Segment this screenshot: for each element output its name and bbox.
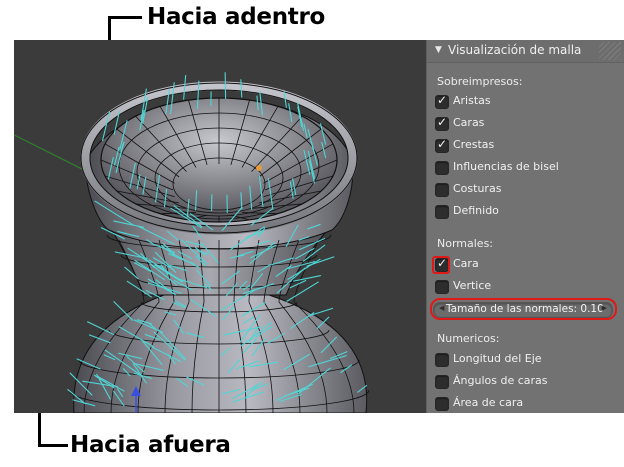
3d-viewport[interactable] [14, 40, 426, 413]
increment-arrow-icon[interactable]: ▶ [602, 304, 607, 312]
panel-title: Visualización de malla [448, 43, 582, 57]
decrement-arrow-icon[interactable]: ◀ [439, 304, 444, 312]
mesh-display-panel: ▼ Visualización de malla Sobreimpresos: … [426, 40, 624, 413]
numerics-face-area-checkbox[interactable]: Área de cara [435, 394, 615, 413]
check-icon: ✓ [437, 137, 448, 151]
overlay-seams-checkbox[interactable]: Costuras [435, 180, 615, 200]
callout-inward-leader [108, 16, 142, 19]
numerics-label: Ángulos de caras [453, 374, 548, 387]
normals-label: Cara [453, 257, 479, 270]
overlay-label: Costuras [453, 182, 502, 195]
checkbox-icon[interactable] [435, 375, 449, 389]
normal-size-field[interactable]: ◀ Tamaño de las normales: 0.10 ▶ [433, 302, 613, 318]
overlay-bevel-weights-checkbox[interactable]: Influencias de bisel [435, 158, 615, 178]
overlay-label: Influencias de bisel [453, 160, 559, 173]
checkbox-icon[interactable] [435, 205, 449, 219]
check-icon: ✓ [437, 115, 448, 129]
overlay-label: Crestas [453, 138, 495, 151]
numerics-heading: Numericos: [437, 332, 500, 345]
checkbox-icon[interactable] [435, 353, 449, 367]
callout-inward-label: Hacia adentro [147, 4, 326, 30]
overlay-caras-checkbox[interactable]: ✓ Caras [435, 114, 615, 134]
overlay-sharp-checkbox[interactable]: Definido [435, 202, 615, 222]
normals-vertex-checkbox[interactable]: Vertice [435, 277, 615, 297]
overlay-label: Definido [453, 204, 499, 217]
panel-header[interactable]: ▼ Visualización de malla [427, 40, 624, 63]
normal-size-value: Tamaño de las normales: 0.10 [446, 303, 604, 315]
numerics-edge-length-checkbox[interactable]: Longitud del Eje [435, 350, 615, 370]
check-icon: ✓ [437, 93, 448, 107]
normals-heading: Normales: [437, 237, 494, 250]
overlay-crestas-checkbox[interactable]: ✓ Crestas [435, 136, 615, 156]
drag-grip-icon[interactable] [599, 42, 621, 60]
checkbox-icon[interactable]: ✓ [435, 137, 449, 153]
checkbox-icon[interactable] [435, 161, 449, 175]
checkbox-icon[interactable] [435, 280, 449, 294]
overlays-heading: Sobreimpresos: [437, 75, 523, 88]
normals-label: Vertice [453, 279, 492, 292]
face-checkbox-highlight [432, 256, 450, 274]
checkbox-icon[interactable]: ✓ [435, 115, 449, 131]
checkbox-icon[interactable] [435, 183, 449, 197]
numerics-label: Área de cara [453, 396, 524, 409]
collapse-triangle-icon[interactable]: ▼ [435, 45, 442, 55]
numerics-label: Longitud del Eje [453, 352, 542, 365]
callout-outward-label: Hacia afuera [70, 432, 231, 458]
callout-outward-leader [38, 444, 68, 447]
numerics-face-angles-checkbox[interactable]: Ángulos de caras [435, 372, 615, 392]
checkbox-icon[interactable] [435, 397, 449, 411]
vase-mesh-render [14, 72, 370, 413]
normals-face-checkbox[interactable]: ✓ Cara [435, 255, 615, 275]
overlay-label: Aristas [453, 94, 491, 107]
overlay-label: Caras [453, 116, 485, 129]
overlay-aristas-checkbox[interactable]: ✓ Aristas [435, 92, 615, 112]
checkbox-icon[interactable]: ✓ [435, 93, 449, 109]
